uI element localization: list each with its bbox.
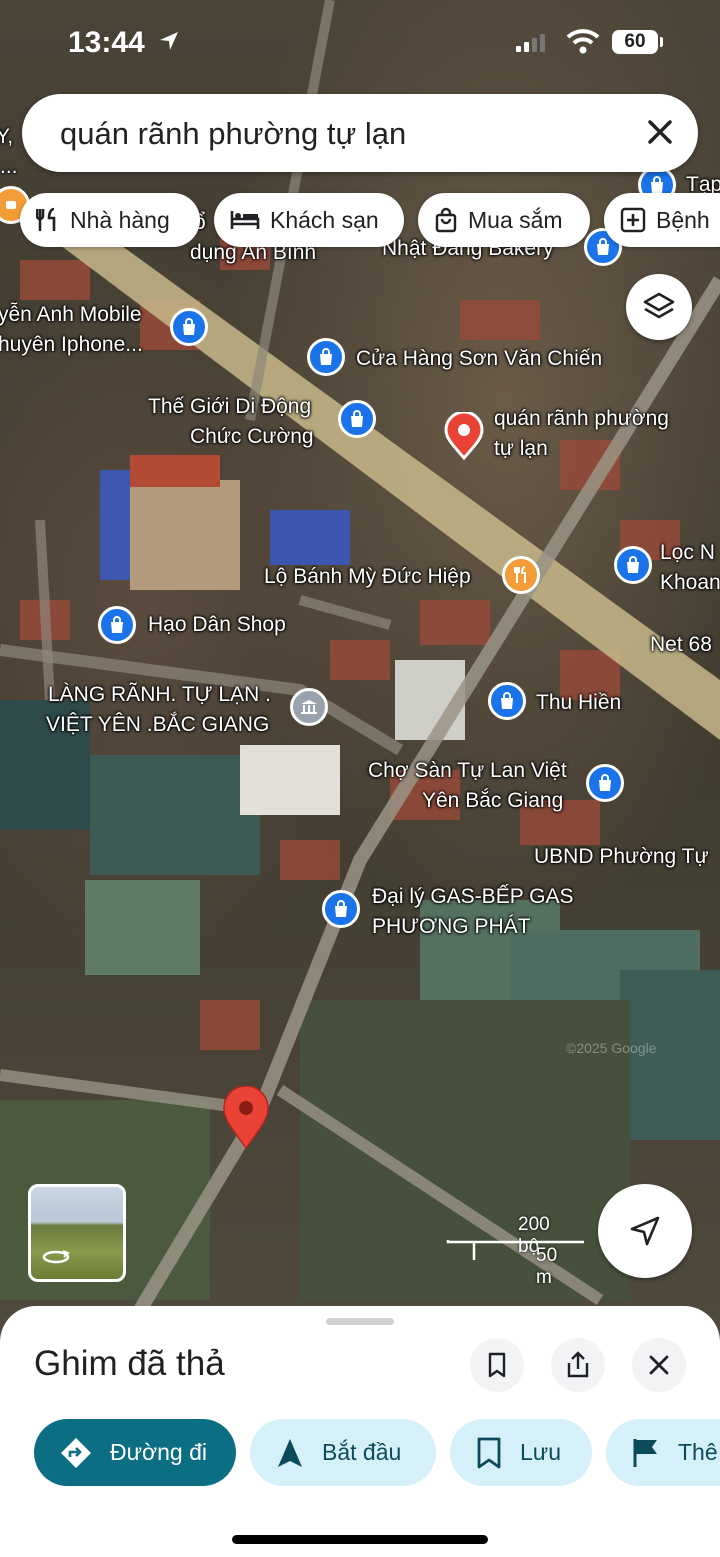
map-label: Chức Cường <box>190 425 314 448</box>
shopping-poi-icon[interactable] <box>338 400 376 438</box>
map-label: Thế Giới Di Động <box>148 395 312 418</box>
share-icon <box>567 1351 589 1378</box>
landmark-poi-icon[interactable] <box>290 688 328 726</box>
save-button[interactable]: Lưu <box>450 1419 592 1486</box>
hospital-icon <box>620 207 646 233</box>
map-label: yễn Anh Mobile <box>0 303 142 326</box>
map-label: Lộ Bánh Mỳ Đức Hiệp <box>264 565 471 588</box>
my-location-button[interactable] <box>598 1184 692 1278</box>
navigation-arrow-icon <box>630 1216 660 1246</box>
shopping-poi-icon[interactable] <box>170 308 208 346</box>
add-label-button[interactable]: Thê <box>606 1419 720 1486</box>
chip-restaurants[interactable]: Nhà hàng <box>20 193 200 247</box>
map-label: huyên Iphone... <box>0 333 143 356</box>
search-query[interactable]: quán rãnh phường tự lạn <box>60 116 406 152</box>
map-label: quán rãnh phường <box>494 407 669 430</box>
chip-label: Khách sạn <box>270 206 379 233</box>
shopping-poi-icon[interactable] <box>586 764 624 802</box>
directions-icon <box>61 1437 91 1468</box>
map-label: Yên Bắc Giang <box>422 789 564 812</box>
cell-signal-icon <box>516 34 545 52</box>
battery-cap <box>660 37 663 47</box>
chip-label: Bệnh <box>656 206 710 233</box>
shopping-poi-icon[interactable] <box>322 890 360 928</box>
navigation-icon <box>278 1438 302 1467</box>
add-label-label: Thê <box>678 1439 718 1465</box>
wifi-icon <box>566 29 600 54</box>
category-chips: Nhà hàng Khách sạn Mua sắm Bệnh <box>0 193 720 249</box>
map-label: UBND Phường Tự <box>534 845 709 868</box>
close-sheet-button[interactable] <box>632 1338 686 1392</box>
shopping-poi-icon[interactable] <box>488 682 526 720</box>
bookmark-icon <box>477 1437 501 1468</box>
chip-hospitals[interactable]: Bệnh <box>604 193 720 247</box>
save-label: Lưu <box>520 1439 561 1465</box>
restaurant-poi-icon[interactable] <box>502 556 540 594</box>
search-result-pin-icon[interactable] <box>444 410 484 465</box>
street-view-rotate-icon <box>42 1250 70 1264</box>
map-label: tự lạn <box>494 437 548 460</box>
map-label: Net 68 <box>650 633 712 656</box>
bookmark-icon <box>488 1352 506 1378</box>
shopping-poi-icon[interactable] <box>614 546 652 584</box>
search-bar[interactable]: quán rãnh phường tự lạn <box>22 94 698 172</box>
map-label: Chợ Sàn Tự Lan Việt <box>368 759 567 782</box>
map-label: LÀNG RÃNH. TỰ LẠN . <box>48 683 271 706</box>
dropped-pin-icon[interactable] <box>222 1085 270 1155</box>
shopping-poi-icon[interactable] <box>307 338 345 376</box>
map-label: VIỆT YÊN .BẮC GIANG <box>46 713 270 736</box>
location-arrow-icon <box>160 32 178 50</box>
map-label: Hạo Dân Shop <box>148 613 286 636</box>
map-label: Thu Hiền <box>536 691 622 714</box>
chip-hotels[interactable]: Khách sạn <box>214 193 404 247</box>
place-bottom-sheet[interactable]: Ghim đã thả Đường đi Bắt đầu Lưu Thê <box>0 1306 720 1557</box>
map-label: Cửa Hàng Sơn Văn Chiến <box>356 347 603 370</box>
start-label: Bắt đầu <box>322 1439 402 1465</box>
map-copyright: ©2025 Google <box>566 1040 657 1056</box>
home-indicator[interactable] <box>232 1535 488 1544</box>
directions-label: Đường đi <box>110 1439 207 1465</box>
scale-bar-icon <box>446 1240 584 1260</box>
chip-label: Nhà hàng <box>70 206 170 233</box>
map-label: Đại lý GAS-BẾP GAS <box>372 885 574 908</box>
flag-icon <box>633 1438 657 1467</box>
chip-label: Mua sắm <box>468 206 563 233</box>
save-round-button[interactable] <box>470 1338 524 1392</box>
layers-icon <box>643 292 675 319</box>
sheet-grabber[interactable] <box>326 1318 394 1325</box>
restaurant-icon <box>36 207 56 231</box>
battery-indicator: 60 <box>612 30 658 54</box>
street-view-thumbnail[interactable] <box>28 1184 126 1282</box>
map-label: PHƯƠNG PHÁT <box>372 915 531 938</box>
close-icon <box>649 1355 669 1375</box>
chip-shopping[interactable]: Mua sắm <box>418 193 590 247</box>
map-label: ... <box>0 155 18 178</box>
map-label: Khoan <box>660 571 720 594</box>
status-bar: 13:44 60 <box>0 0 720 86</box>
close-icon[interactable] <box>642 114 678 150</box>
directions-button[interactable]: Đường đi <box>34 1419 236 1486</box>
share-button[interactable] <box>551 1338 605 1392</box>
shopping-icon <box>435 207 457 233</box>
map-label: Y, <box>0 125 14 148</box>
hotel-icon <box>230 211 260 229</box>
sheet-title: Ghim đã thả <box>34 1344 225 1383</box>
shopping-poi-icon[interactable] <box>98 606 136 644</box>
layers-button[interactable] <box>626 274 692 340</box>
start-button[interactable]: Bắt đầu <box>250 1419 436 1486</box>
map-label: Lọc N <box>660 541 715 564</box>
status-time: 13:44 <box>68 26 145 59</box>
